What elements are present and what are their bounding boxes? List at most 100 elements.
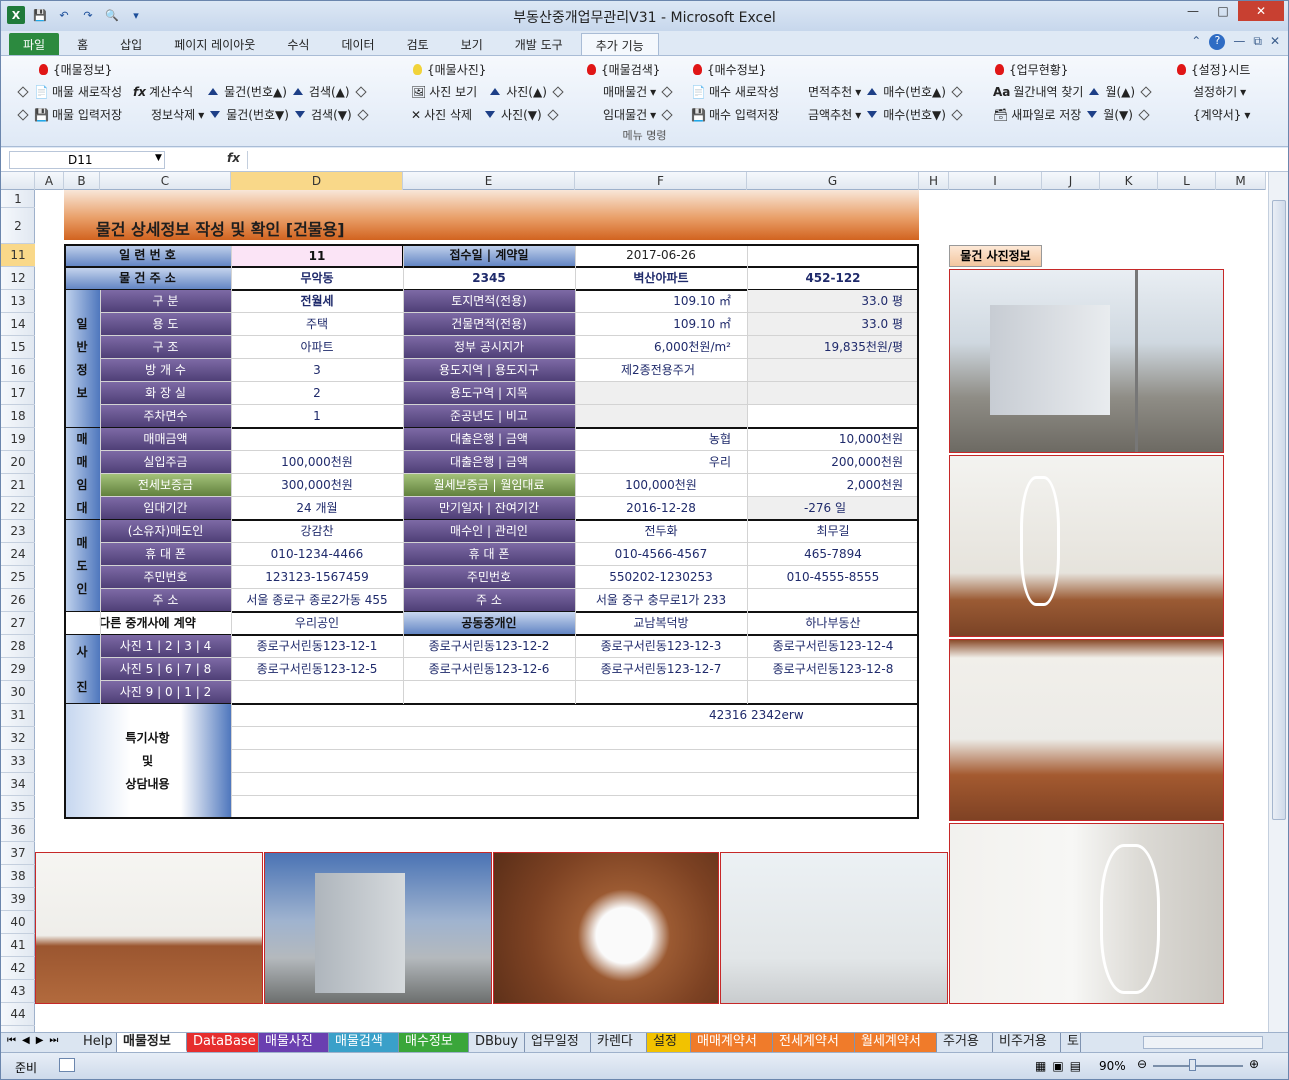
address-dong[interactable]: 무악동 [231, 267, 403, 290]
seller-label[interactable]: 주민번호 [100, 566, 231, 589]
row-header[interactable]: 20 [1, 451, 35, 474]
seller-value2[interactable]: 010-4566-4567 [575, 543, 747, 566]
gen-value3[interactable] [747, 405, 919, 428]
seller-label2[interactable]: 주 소 [403, 589, 575, 612]
row-header[interactable]: 1 [1, 190, 35, 208]
serial-number-cell[interactable]: 11 [231, 244, 403, 267]
item-up-button[interactable]: 물건(번호▲) [224, 83, 287, 100]
seller-value3[interactable]: 최무길 [747, 520, 919, 543]
new-listing-button[interactable]: 매물 새로작성 [52, 83, 122, 100]
seller-label2[interactable]: 주민번호 [403, 566, 575, 589]
delete-photo-button[interactable]: 사진 삭제 [424, 106, 472, 123]
address-unit[interactable]: 452-122 [747, 267, 919, 290]
calc-formula-button[interactable]: 계산수식 [149, 83, 193, 100]
sheet-tab[interactable]: 주거용 [937, 1033, 993, 1052]
gen-value[interactable]: 아파트 [231, 336, 403, 359]
trade-label2[interactable]: 월세보증금 | 월임대료 [403, 474, 575, 497]
sheet-tab[interactable]: 업무일정 [525, 1033, 591, 1052]
trade-value2[interactable]: 농협 [575, 428, 747, 451]
buyer-down-button[interactable]: 매수(번호▼) [883, 106, 946, 123]
co-broker-value2[interactable]: 하나부동산 [747, 612, 919, 635]
gen-value3[interactable]: 19,835천원/평 [747, 336, 919, 359]
help-icon[interactable]: ? [1209, 34, 1226, 50]
property-photo-kitchen[interactable] [35, 852, 263, 1004]
sheet-tab[interactable]: 매수정보 [399, 1033, 469, 1052]
row-header[interactable]: 37 [1, 842, 35, 865]
gen-label[interactable]: 방 개 수 [100, 359, 231, 382]
sheet-tab[interactable]: 전세계약서 [773, 1033, 855, 1052]
save-new-file-button[interactable]: 새파일로 저장 [1011, 106, 1081, 123]
insert-function-icon[interactable]: fx [227, 151, 240, 165]
col-header[interactable]: E [403, 172, 575, 190]
tab-add-ins[interactable]: 추가 기능 [580, 33, 659, 55]
seller-value3[interactable]: 465-7894 [747, 543, 919, 566]
photo-path[interactable]: 종로구서린동123-12-3 [575, 635, 747, 658]
trade-value3[interactable]: 2,000천원 [747, 474, 919, 497]
name-box-dropdown-icon[interactable]: ▼ [155, 153, 162, 163]
sheet-tab[interactable]: 카렌다 [591, 1033, 647, 1052]
gen-value3[interactable] [747, 382, 919, 405]
photo-path[interactable]: 종로구서린동123-12-4 [747, 635, 919, 658]
row-header[interactable]: 15 [1, 336, 35, 359]
row-header[interactable]: 31 [1, 704, 35, 727]
normal-view-icon[interactable]: ▦ [1035, 1059, 1046, 1073]
property-photo-stairs[interactable] [949, 455, 1224, 637]
sheet-tab[interactable]: 매물검색 [329, 1033, 399, 1052]
row-header[interactable]: 12 [1, 267, 35, 290]
row-header[interactable]: 43 [1, 980, 35, 1003]
tab-review[interactable]: 검토 [393, 33, 443, 55]
gen-label[interactable]: 용 도 [100, 313, 231, 336]
trade-value[interactable] [231, 428, 403, 451]
gen-value2[interactable]: 109.10 ㎡ [575, 313, 747, 336]
trade-label[interactable]: 매매금액 [100, 428, 231, 451]
sheet-tab[interactable]: 설정 [647, 1033, 691, 1052]
address-label[interactable]: 물 건 주 소 [64, 267, 231, 290]
photo-down-button[interactable]: 사진(▼) [501, 106, 542, 123]
page-layout-view-icon[interactable]: ▣ [1052, 1059, 1063, 1073]
gen-value2[interactable]: 6,000천원/m² [575, 336, 747, 359]
sheet-nav-last-icon[interactable]: ⏭ [49, 1035, 58, 1046]
horizontal-scrollbar[interactable] [1143, 1036, 1263, 1049]
photo-path[interactable]: 종로구서린동123-12-2 [403, 635, 575, 658]
area-recommend-button[interactable]: 면적추천 [808, 83, 852, 100]
doc-minimize-icon[interactable]: — [1233, 34, 1245, 50]
gen-label2[interactable]: 용도지역 | 용도지구 [403, 359, 575, 382]
row-header[interactable]: 29 [1, 658, 35, 681]
row-header[interactable]: 44 [1, 1003, 35, 1026]
seller-value2[interactable]: 550202-1230253 [575, 566, 747, 589]
trade-label2[interactable]: 만기일자 | 잔여기간 [403, 497, 575, 520]
gen-label[interactable]: 주차면수 [100, 405, 231, 428]
gen-value2[interactable] [575, 405, 747, 428]
col-header[interactable]: B [64, 172, 100, 190]
photo-path[interactable]: 종로구서린동123-12-7 [575, 658, 747, 681]
property-photo-hall[interactable] [949, 823, 1224, 1004]
sheet-nav-next-icon[interactable]: ▶ [36, 1035, 44, 1046]
select-all-corner[interactable] [1, 172, 35, 190]
other-broker-value[interactable]: 우리공인 [231, 612, 403, 635]
seller-label[interactable]: 휴 대 폰 [100, 543, 231, 566]
row-header[interactable]: 35 [1, 796, 35, 819]
sheet-tab[interactable]: 비주거용 [993, 1033, 1061, 1052]
row-header[interactable]: 42 [1, 957, 35, 980]
zoom-in-icon[interactable]: ⊕ [1249, 1057, 1259, 1071]
tab-insert[interactable]: 삽입 [106, 33, 156, 55]
delete-info-button[interactable]: 정보삭제 [151, 106, 195, 123]
col-header[interactable]: I [949, 172, 1042, 190]
row-header[interactable]: 25 [1, 566, 35, 589]
sheet-tab[interactable]: 매물사진 [259, 1033, 329, 1052]
property-photo-exterior-2[interactable] [264, 852, 492, 1004]
seller-value3[interactable] [747, 589, 919, 612]
notes-text[interactable]: 42316 2342erw [575, 704, 919, 727]
row-header[interactable]: 38 [1, 865, 35, 888]
gen-value3[interactable]: 33.0 평 [747, 290, 919, 313]
gen-value[interactable]: 전월세 [231, 290, 403, 313]
photo-path[interactable]: 종로구서린동123-12-1 [231, 635, 403, 658]
view-photo-button[interactable]: 사진 보기 [429, 83, 477, 100]
sheet-tab[interactable]: Help [77, 1033, 117, 1052]
macro-record-icon[interactable] [59, 1058, 75, 1072]
trade-label[interactable]: 임대기간 [100, 497, 231, 520]
row-header[interactable]: 23 [1, 520, 35, 543]
seller-value[interactable]: 강감찬 [231, 520, 403, 543]
gen-label2[interactable]: 준공년도 | 비고 [403, 405, 575, 428]
item-down-button[interactable]: 물건(번호▼) [226, 106, 289, 123]
